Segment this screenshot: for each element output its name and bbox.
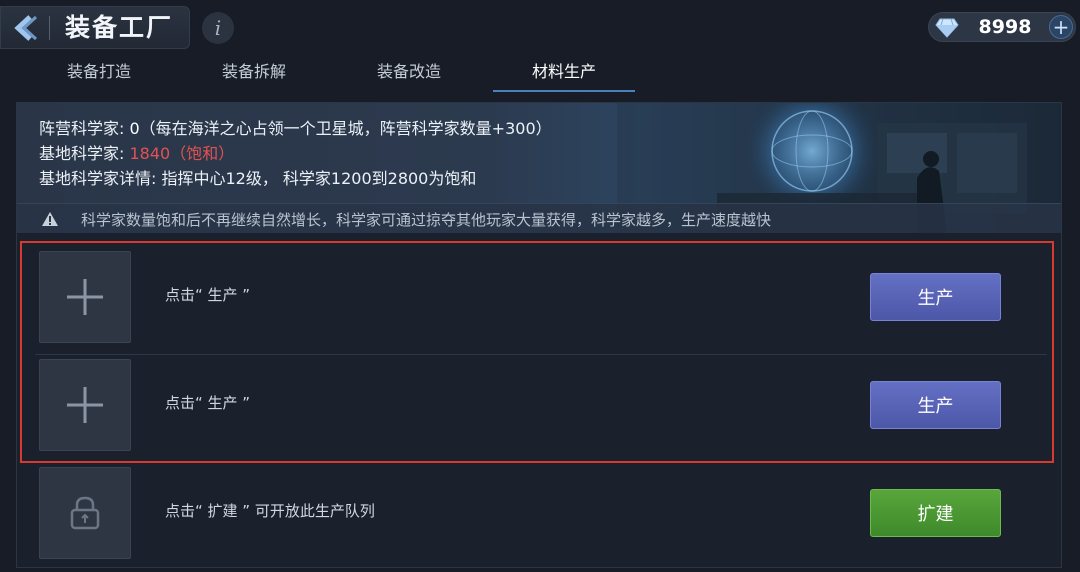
currency-display: 8998 + <box>928 12 1076 42</box>
back-button[interactable] <box>5 11 45 45</box>
tab-bar: 装备打造 装备拆解 装备改造 材料生产 <box>22 56 1062 92</box>
faction-scientist-line: 阵营科学家: 0（每在海洋之心占领一个卫星城，阵营科学家数量+300） <box>39 115 552 139</box>
title-box: 装备工厂 <box>0 6 190 49</box>
title-separator <box>49 16 50 40</box>
top-bar: 装备工厂 i 8998 + <box>0 0 1080 56</box>
base-scientist-label: 基地科学家: <box>39 144 130 163</box>
warning-text: 科学家数量饱和后不再继续自然增长，科学家可通过掠夺其他玩家大量获得，科学家越多，… <box>81 211 772 229</box>
locked-slot: 点击“ 扩建 ” 可开放此生产队列 扩建 <box>17 457 1061 565</box>
faction-scientist-label: 阵营科学家: <box>39 119 130 138</box>
base-scientist-detail: 基地科学家详情: 指挥中心12级， 科学家1200到2800为饱和 <box>39 169 477 188</box>
scientist-banner: 阵营科学家: 0（每在海洋之心占领一个卫星城，阵营科学家数量+300） 基地科学… <box>17 103 1061 233</box>
tab-equipment-modify[interactable]: 装备改造 <box>338 56 480 92</box>
currency-value: 8998 <box>978 16 1032 38</box>
tab-material-production[interactable]: 材料生产 <box>493 56 635 92</box>
tab-equipment-dismantle[interactable]: 装备拆解 <box>183 56 325 92</box>
warning-bar: 科学家数量饱和后不再继续自然增长，科学家可通过掠夺其他玩家大量获得，科学家越多，… <box>17 203 1061 233</box>
base-scientist-line: 基地科学家: 1840（饱和） <box>39 140 234 164</box>
gem-icon <box>935 18 959 38</box>
base-scientist-value: 1840（饱和） <box>129 144 235 163</box>
production-panel: 阵营科学家: 0（每在海洋之心占领一个卫星城，阵营科学家数量+300） 基地科学… <box>16 102 1062 568</box>
slot-hint: 点击“ 扩建 ” 可开放此生产队列 <box>165 502 375 520</box>
lock-icon <box>70 496 100 530</box>
faction-scientist-value: 0 <box>129 119 140 138</box>
highlight-frame <box>20 241 1054 463</box>
info-icon: i <box>214 16 222 40</box>
expand-button[interactable]: 扩建 <box>870 489 1001 537</box>
add-icon[interactable]: + <box>1049 15 1073 39</box>
page-title: 装备工厂 <box>65 13 174 42</box>
warning-icon <box>42 212 58 226</box>
tab-equipment-craft[interactable]: 装备打造 <box>28 56 170 92</box>
info-button[interactable]: i <box>202 12 234 44</box>
locked-slot-box <box>39 467 131 559</box>
faction-scientist-note: （每在海洋之心占领一个卫星城，阵营科学家数量+300） <box>139 119 552 138</box>
back-arrow-icon <box>14 15 38 41</box>
